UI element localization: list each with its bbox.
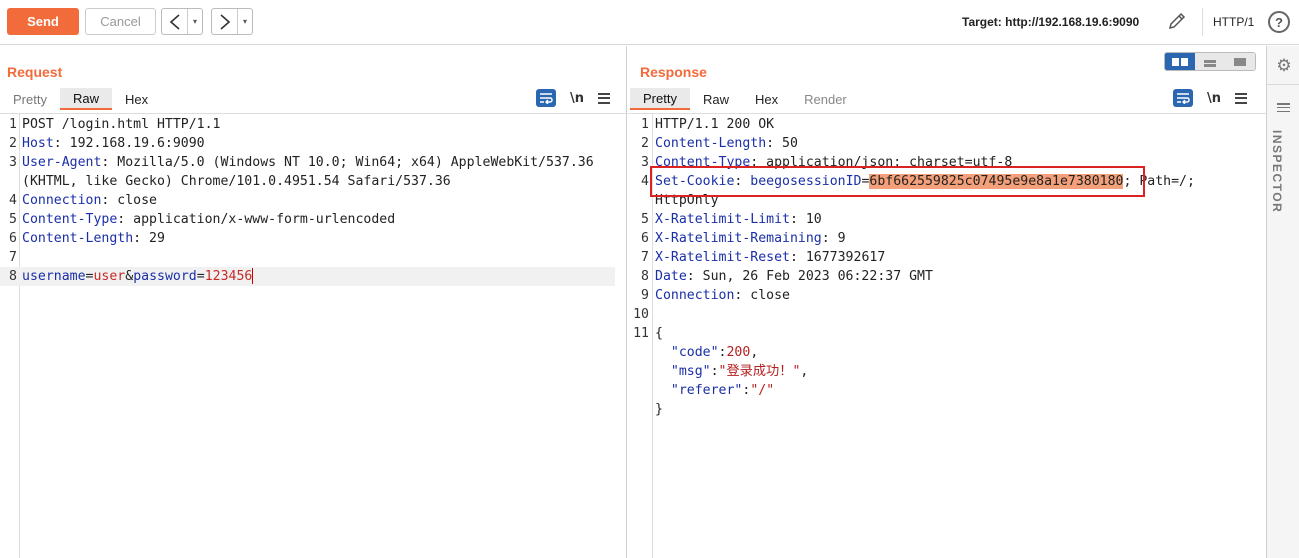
history-back-group: ▾ — [161, 8, 203, 35]
json-line: } — [655, 402, 663, 417]
code-line: 10 — [633, 307, 649, 322]
request-editor[interactable]: 1 POST /login.html HTTP/1.1 2 Host: 192.16… — [0, 113, 626, 558]
code-line: 7 X-Ratelimit-Reset: 1677392617 — [641, 250, 886, 265]
json-line: "msg":"登录成功！", — [670, 364, 809, 379]
tab-request-hex[interactable]: Hex — [112, 88, 161, 110]
request-editor-options: \n — [536, 89, 611, 107]
code-line: 5 Content-Type: application/x-www-form-ur… — [9, 212, 396, 227]
list-icon[interactable] — [1277, 103, 1290, 112]
code-line: 2 Content-Length: 50 — [641, 136, 798, 151]
set-cookie-highlight-box — [650, 166, 1145, 197]
code-line: 2 Host: 192.168.19.6:9090 — [9, 136, 205, 151]
code-line: 9 Connection: close — [641, 288, 790, 303]
tab-response-render[interactable]: Render — [791, 88, 860, 110]
code-line: 3 User-Agent: Mozilla/5.0 (Windows NT 10.… — [9, 155, 594, 170]
json-line: "code":200, — [670, 345, 759, 360]
chevron-left-icon — [169, 13, 180, 30]
code-line: 11{ — [633, 326, 663, 341]
menu-icon[interactable] — [598, 92, 611, 104]
show-newlines-button[interactable]: \n — [570, 91, 584, 106]
code-line: 7 — [9, 250, 17, 265]
history-forward-group: ▾ — [211, 8, 253, 35]
code-line: 1 HTTP/1.1 200 OK — [641, 117, 775, 132]
response-title: Response — [640, 64, 707, 80]
tab-response-pretty[interactable]: Pretty — [630, 88, 690, 110]
show-newlines-button[interactable]: \n — [1207, 91, 1221, 106]
request-panel: Request Pretty Raw Hex \n 1 POST /login.h… — [0, 46, 627, 558]
toolbar-divider — [1202, 8, 1203, 36]
json-line: "referer":"/" — [670, 383, 775, 398]
response-tabs: Pretty Raw Hex Render — [630, 88, 860, 110]
text-cursor — [252, 268, 254, 284]
inspector-sidebar: ⚙ INSPECTOR — [1266, 46, 1299, 558]
forward-dropdown-button[interactable]: ▾ — [238, 9, 252, 34]
code-line: 8 Date: Sun, 26 Feb 2023 06:22:37 GMT — [641, 269, 933, 284]
layout-toggle — [1164, 52, 1256, 71]
wrap-lines-icon[interactable] — [1173, 89, 1193, 107]
http-version-toggle[interactable]: HTTP/1 — [1213, 15, 1254, 29]
response-panel: Response Pretty Raw Hex Render \n 1 HTTP/… — [628, 46, 1266, 558]
request-title: Request — [7, 64, 63, 80]
menu-icon[interactable] — [1235, 92, 1248, 104]
chevron-right-icon — [219, 13, 230, 30]
tab-response-hex[interactable]: Hex — [742, 88, 791, 110]
inspector-label[interactable]: INSPECTOR — [1270, 130, 1284, 213]
gear-icon[interactable]: ⚙ — [1274, 56, 1294, 76]
send-button[interactable]: Send — [7, 8, 79, 35]
tab-request-raw[interactable]: Raw — [59, 88, 112, 110]
response-editor-options: \n — [1173, 89, 1248, 107]
edit-target-button[interactable] — [1166, 10, 1188, 32]
back-dropdown-button[interactable]: ▾ — [188, 9, 202, 34]
code-line: 6 Content-Length: 29 — [9, 231, 165, 246]
tab-request-pretty[interactable]: Pretty — [0, 88, 60, 110]
layout-stacked-button[interactable] — [1195, 53, 1225, 70]
code-line-current: 8 username=user&password=123456 — [0, 267, 615, 286]
target-label: Target: http://192.168.19.6:9090 — [962, 15, 1140, 29]
code-line: 5 X-Ratelimit-Limit: 10 — [641, 212, 822, 227]
help-icon[interactable]: ? — [1268, 11, 1290, 33]
cancel-button[interactable]: Cancel — [85, 8, 156, 35]
code-line: 1 POST /login.html HTTP/1.1 — [9, 117, 221, 132]
forward-button[interactable] — [212, 9, 238, 34]
layout-side-by-side-button[interactable] — [1165, 53, 1195, 70]
inspector-divider — [1267, 84, 1299, 85]
top-toolbar: Send Cancel ▾ ▾ Target: http://192.168.1… — [0, 0, 1299, 45]
code-line: 6 X-Ratelimit-Remaining: 9 — [641, 231, 846, 246]
layout-tabs-button[interactable] — [1225, 53, 1255, 70]
wrap-lines-icon[interactable] — [536, 89, 556, 107]
pencil-icon — [1168, 12, 1186, 30]
code-line-continuation: (KHTML, like Gecko) Chrome/101.0.4951.54… — [22, 174, 451, 189]
tab-response-raw[interactable]: Raw — [690, 88, 742, 110]
back-button[interactable] — [162, 9, 188, 34]
request-tabs: Pretty Raw Hex — [0, 88, 161, 110]
code-line: 4 Connection: close — [9, 193, 157, 208]
